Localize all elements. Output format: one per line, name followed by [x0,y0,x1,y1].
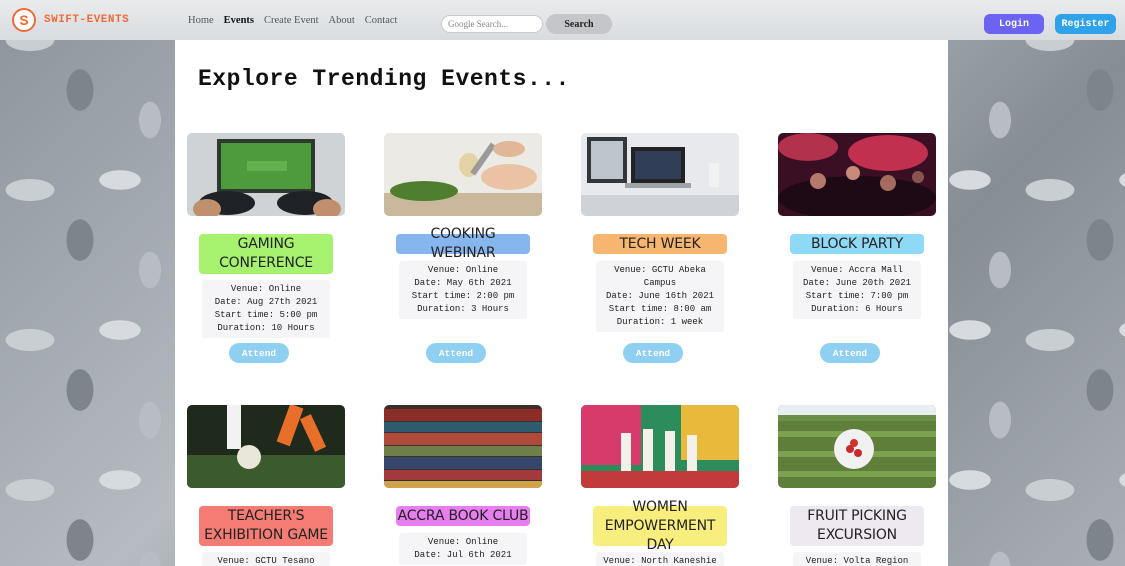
event-venue: Venue: GCTU Tesano [217,556,315,566]
event-image-books [384,405,542,488]
event-image-cooking [384,133,542,216]
event-date: Date: Jul 6th 2021 [414,550,512,560]
event-date: Date: June 16th 2021 [605,291,715,301]
swift-logo-icon: S [12,8,36,32]
event-start-time: Start time: 2:00 pm [411,291,515,301]
event-venue: Venue: GCTU Abeka [614,265,706,275]
event-image-women [581,405,739,488]
event-title-line: EXHIBITION GAME [204,527,328,543]
page-title: Explore Trending Events... [198,66,570,92]
event-info: Venue: Online Date: Aug 27th 2021 Start … [202,280,330,338]
event-venue: Venue: Online [427,537,499,547]
event-venue: Venue: Accra Mall [811,265,903,275]
event-venue: Venue: Online [427,265,499,275]
event-title-line: CONFERENCE [219,255,313,271]
event-title: GAMING CONFERENCE [199,234,333,274]
event-info: Venue: Online Date: May 6th 2021 Start t… [399,261,527,319]
event-image-football [187,405,345,488]
nav-link-about[interactable]: About [329,15,355,26]
event-title: WOMEN EMPOWERMENT DAY [593,499,727,553]
event-title-line: COOKING WEBINAR [430,226,496,261]
nav-link-contact[interactable]: Contact [365,15,398,26]
event-image-strawberries [778,405,936,488]
event-info: Venue: GCTU Tesano [202,552,330,566]
attend-button[interactable]: Attend [426,343,486,363]
event-title-line: EMPOWERMENT DAY [604,517,716,553]
event-title-line: TECH WEEK [619,235,701,252]
event-title-line: ACCRA BOOK CLUB [397,507,529,524]
event-image-tech [581,133,739,216]
event-title: COOKING WEBINAR [396,226,530,261]
register-button[interactable]: Register [1055,14,1116,34]
event-venue: Venue: Online [230,284,302,294]
event-info: Venue: GCTU Abeka Campus Date: June 16th… [596,261,724,332]
events-panel: Explore Trending Events... GAMING CONFERE… [175,40,948,566]
attend-button[interactable]: Attend [229,343,289,363]
event-info: Venue: Online Date: Jul 6th 2021 [399,533,527,565]
event-title: BLOCK PARTY [790,234,924,254]
event-image-gaming [187,133,345,216]
brand-name: SWIFT-EVENTS [44,14,130,26]
event-duration: Duration: 3 Hours [417,304,509,314]
event-duration: Duration: 1 week [616,317,704,327]
event-title: FRUIT PICKING EXCURSION [790,506,924,546]
event-info: Venue: Volta Region [793,552,921,566]
event-info: Venue: North Kaneshie [596,552,724,566]
event-title-line: EXCURSION [817,527,897,543]
event-title-line: GAMING [237,236,295,252]
nav-link-home[interactable]: Home [188,15,214,26]
event-venue: Venue: North Kaneshie [603,556,717,566]
brand[interactable]: S SWIFT-EVENTS [12,8,129,32]
attend-button[interactable]: Attend [820,343,880,363]
event-info: Venue: Accra Mall Date: June 20th 2021 S… [793,261,921,319]
search-button[interactable]: Search [546,14,612,34]
event-start-time: Start time: 7:00 pm [805,291,909,301]
nav-link-events[interactable]: Events [224,15,254,26]
event-venue-line2: Campus [643,278,677,288]
event-date: Date: May 6th 2021 [414,278,512,288]
event-start-time: Start time: 5:00 pm [214,310,318,320]
event-title-line: TEACHER'S [227,508,305,524]
attend-button[interactable]: Attend [623,343,683,363]
event-date: Date: Aug 27th 2021 [214,297,318,307]
event-duration: Duration: 10 Hours [217,323,315,333]
login-button[interactable]: Login [984,14,1044,34]
event-title-line: WOMEN [632,498,688,515]
event-title-line: FRUIT PICKING [807,508,907,524]
event-start-time: Start time: 8:00 am [608,304,712,314]
event-image-party [778,133,936,216]
nav-link-create-event[interactable]: Create Event [264,15,319,26]
event-title-line: BLOCK PARTY [810,235,904,252]
event-title: ACCRA BOOK CLUB [396,506,530,526]
event-date: Date: June 20th 2021 [802,278,912,288]
nav-links: Home Events Create Event About Contact [188,15,397,26]
navbar: S SWIFT-EVENTS Home Events Create Event … [0,0,1125,40]
search-input[interactable] [441,15,543,33]
event-duration: Duration: 6 Hours [811,304,903,314]
event-title: TEACHER'S EXHIBITION GAME [199,506,333,546]
event-venue: Venue: Volta Region [805,556,909,566]
event-title: TECH WEEK [593,234,727,254]
